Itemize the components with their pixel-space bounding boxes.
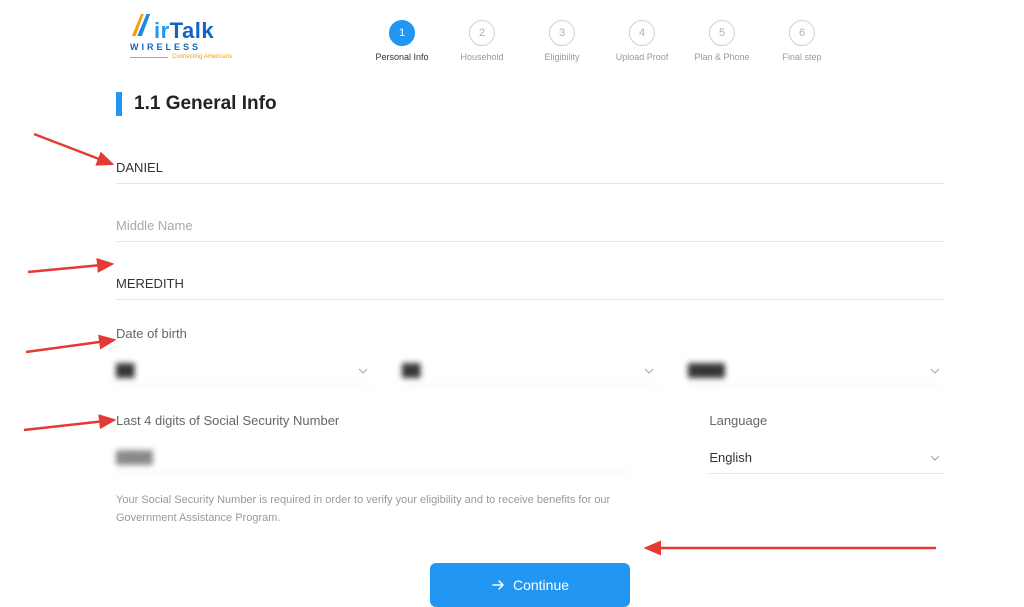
logo-swoosh-icon — [130, 12, 152, 38]
dob-month-select[interactable] — [116, 355, 372, 387]
dob-label: Date of birth — [116, 326, 944, 341]
dob-day-select[interactable] — [402, 355, 658, 387]
logo-prefix: ir — [154, 18, 170, 44]
logo-suffix: Talk — [170, 18, 214, 44]
step-upload-proof[interactable]: 4 Upload Proof — [602, 20, 682, 62]
step-final[interactable]: 6 Final step — [762, 20, 842, 62]
section-heading: 1.1 General Info — [116, 92, 944, 116]
middle-name-input[interactable] — [116, 210, 944, 242]
last-name-input[interactable] — [116, 268, 944, 300]
step-plan-phone[interactable]: 5 Plan & Phone — [682, 20, 762, 62]
step-personal-info[interactable]: 1 Personal Info — [362, 20, 442, 62]
ssn-label: Last 4 digits of Social Security Number — [116, 413, 629, 428]
first-name-input[interactable] — [116, 152, 944, 184]
continue-button[interactable]: Continue — [430, 563, 630, 607]
language-label: Language — [709, 413, 944, 428]
arrow-right-icon — [491, 578, 505, 592]
ssn-input[interactable] — [116, 442, 629, 474]
language-select[interactable] — [709, 442, 944, 474]
ssn-helper-text: Your Social Security Number is required … — [116, 492, 629, 527]
brand-logo: ir Talk WIRELESS Connecting Americans — [130, 12, 232, 60]
logo-tagline: Connecting Americans — [172, 54, 232, 60]
progress-stepper: 1 Personal Info 2 Household 3 Eligibilit… — [362, 20, 842, 62]
logo-subtext: WIRELESS — [130, 42, 201, 52]
step-eligibility[interactable]: 3 Eligibility — [522, 20, 602, 62]
dob-year-select[interactable] — [688, 355, 944, 387]
step-household[interactable]: 2 Household — [442, 20, 522, 62]
